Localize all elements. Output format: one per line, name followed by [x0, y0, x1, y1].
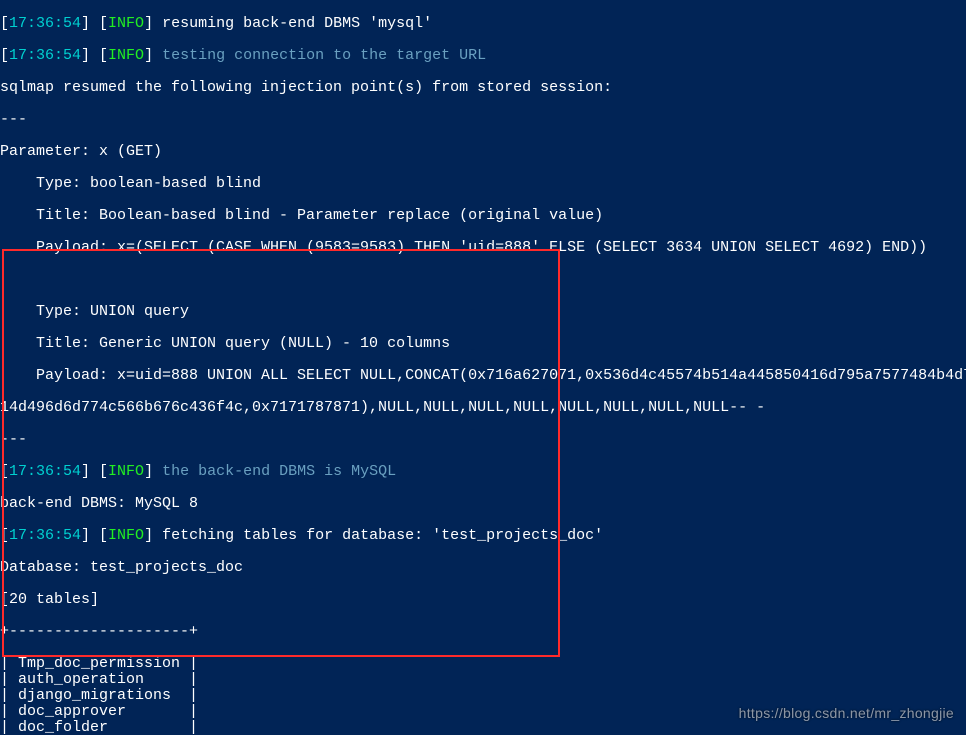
- log-line: Title: Generic UNION query (NULL) - 10 c…: [0, 336, 966, 352]
- log-line: Parameter: x (GET): [0, 144, 966, 160]
- log-blank: [0, 272, 966, 288]
- log-line: Payload: x=uid=888 UNION ALL SELECT NULL…: [0, 368, 966, 384]
- log-line: Database: test_projects_doc: [0, 560, 966, 576]
- watermark: https://blog.csdn.net/mr_zhongjie: [739, 705, 954, 721]
- log-line: sqlmap resumed the following injection p…: [0, 80, 966, 96]
- terminal-output[interactable]: [17:36:54] [INFO] resuming back-end DBMS…: [0, 0, 966, 735]
- table-row: | auth_operation |: [0, 672, 966, 688]
- log-line: Type: boolean-based blind: [0, 176, 966, 192]
- log-line: back-end DBMS: MySQL 8: [0, 496, 966, 512]
- log-line: Payload: x=(SELECT (CASE WHEN (9583=9583…: [0, 240, 966, 256]
- log-line: [17:36:54] [INFO] the back-end DBMS is M…: [0, 464, 966, 480]
- table-row: | django_migrations |: [0, 688, 966, 704]
- log-line: Title: Boolean-based blind - Parameter r…: [0, 208, 966, 224]
- table-row: | Tmp_doc_permission |: [0, 656, 966, 672]
- log-line: 14d496d6d774c566b676c436f4c,0x7171787871…: [0, 400, 966, 416]
- log-line: [17:36:54] [INFO] testing connection to …: [0, 48, 966, 64]
- log-line: [17:36:54] [INFO] fetching tables for da…: [0, 528, 966, 544]
- log-line: [20 tables]: [0, 592, 966, 608]
- log-line: [17:36:54] [INFO] resuming back-end DBMS…: [0, 16, 966, 32]
- log-line: ---: [0, 432, 966, 448]
- log-line: Type: UNION query: [0, 304, 966, 320]
- log-line: ---: [0, 112, 966, 128]
- table-row: | doc_folder |: [0, 720, 966, 735]
- table-border: +--------------------+: [0, 624, 966, 640]
